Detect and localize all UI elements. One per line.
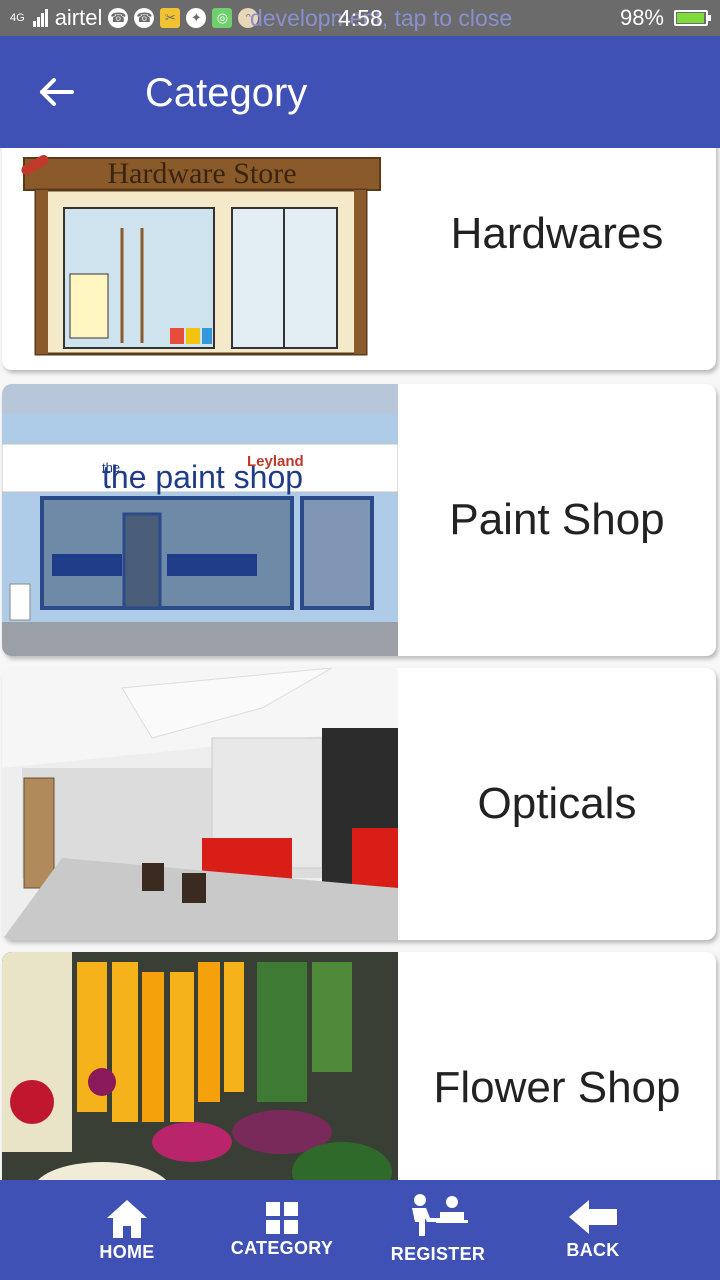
battery-icon <box>674 10 711 26</box>
status-bar: 4G airtel ☎ ☎ ✂ ✦ ◎ ᵔ development, tap t… <box>0 0 720 36</box>
network-type: 4G <box>10 11 25 24</box>
opticals-image <box>2 668 398 940</box>
nav-category-button[interactable]: CATEGORY <box>202 1180 362 1280</box>
phone-icon: ☎ <box>134 8 155 28</box>
category-grid-icon <box>266 1202 298 1234</box>
nav-register-button[interactable]: REGISTER <box>358 1180 518 1280</box>
category-card-opticals[interactable]: Opticals <box>2 668 716 940</box>
battery-level <box>677 13 704 23</box>
register-people-icon <box>412 1194 468 1236</box>
category-card-paint-shop[interactable]: the the paint shop Leyland Paint Shop <box>2 384 716 656</box>
category-card-flower-shop[interactable]: Flower Shop <box>2 952 716 1180</box>
nav-label: CATEGORY <box>230 1238 334 1258</box>
category-label: Opticals <box>477 779 637 828</box>
category-list[interactable]: Hardware Store Hardwares the the paint s… <box>0 148 720 1180</box>
phone-icon: ☎ <box>108 8 129 28</box>
arrow-left-icon[interactable] <box>36 72 76 112</box>
brand-sign: Leyland <box>247 453 304 470</box>
twitter-icon: ✦ <box>186 8 207 28</box>
category-card-hardwares[interactable]: Hardware Store Hardwares <box>2 148 716 370</box>
home-icon <box>107 1200 147 1238</box>
flower-shop-image <box>2 952 398 1180</box>
carrier-name: airtel <box>54 5 103 30</box>
clock: 4:58 <box>338 5 383 31</box>
app-notification-icon: ◎ <box>212 8 233 28</box>
nav-label: REGISTER <box>390 1244 486 1264</box>
category-label: Hardwares <box>450 209 664 258</box>
battery-percent: 98% <box>619 5 664 30</box>
nav-home-button[interactable]: HOME <box>47 1180 207 1280</box>
nav-label: BACK <box>566 1240 620 1260</box>
tools-icon: ✂ <box>160 8 181 28</box>
nav-back-button[interactable]: BACK <box>513 1180 673 1280</box>
category-label: Flower Shop <box>433 1063 681 1112</box>
bottom-navigation: HOME CATEGORY REGISTER BACK <box>0 1180 720 1280</box>
back-arrow-icon <box>569 1200 617 1234</box>
app-bar: Category <box>0 36 720 148</box>
category-label: Paint Shop <box>449 495 665 544</box>
hardware-store-image: Hardware Store <box>2 148 398 370</box>
page-title: Category <box>145 71 308 115</box>
store-sign-text: Hardware Store <box>107 157 296 190</box>
paint-shop-image: the the paint shop Leyland <box>2 384 398 656</box>
signal-icon <box>32 9 48 27</box>
nav-label: HOME <box>99 1242 155 1262</box>
